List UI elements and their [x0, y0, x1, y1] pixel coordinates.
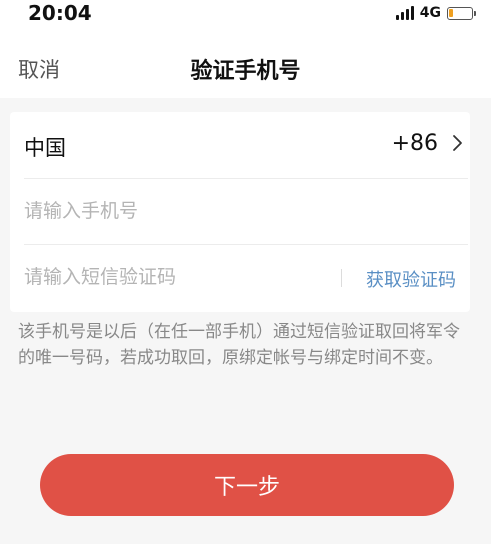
- signal-icon: [395, 6, 414, 20]
- cancel-button[interactable]: 取消: [18, 54, 60, 84]
- next-button[interactable]: 下一步: [40, 454, 454, 516]
- sms-code-input[interactable]: [24, 245, 314, 309]
- notice-text: 该手机号是以后（在任一部手机）通过短信验证取回将军令的唯一号码，若成功取回，原绑…: [18, 322, 460, 368]
- nav-bar: 验证手机号 取消: [0, 28, 491, 98]
- country-name: 中国: [24, 136, 66, 160]
- verify-form-card: 中国 +86 获取验证码: [10, 112, 470, 312]
- code-separator: [341, 269, 342, 287]
- battery-icon: [447, 6, 476, 20]
- page-title: 验证手机号: [190, 59, 301, 84]
- phone-row: [24, 179, 470, 243]
- code-row: 获取验证码: [24, 245, 470, 309]
- country-code: +86: [391, 131, 438, 156]
- country-selector[interactable]: 中国 +86: [24, 112, 470, 176]
- battery-level: [449, 8, 453, 17]
- status-indicators: 4G: [395, 5, 476, 21]
- status-bar: 20:04 4G: [0, 0, 491, 28]
- chevron-right-icon: [453, 135, 462, 151]
- status-time: 20:04: [28, 1, 92, 25]
- get-code-button[interactable]: 获取验证码: [366, 266, 456, 292]
- phone-input[interactable]: [24, 179, 444, 243]
- network-type: 4G: [419, 5, 441, 21]
